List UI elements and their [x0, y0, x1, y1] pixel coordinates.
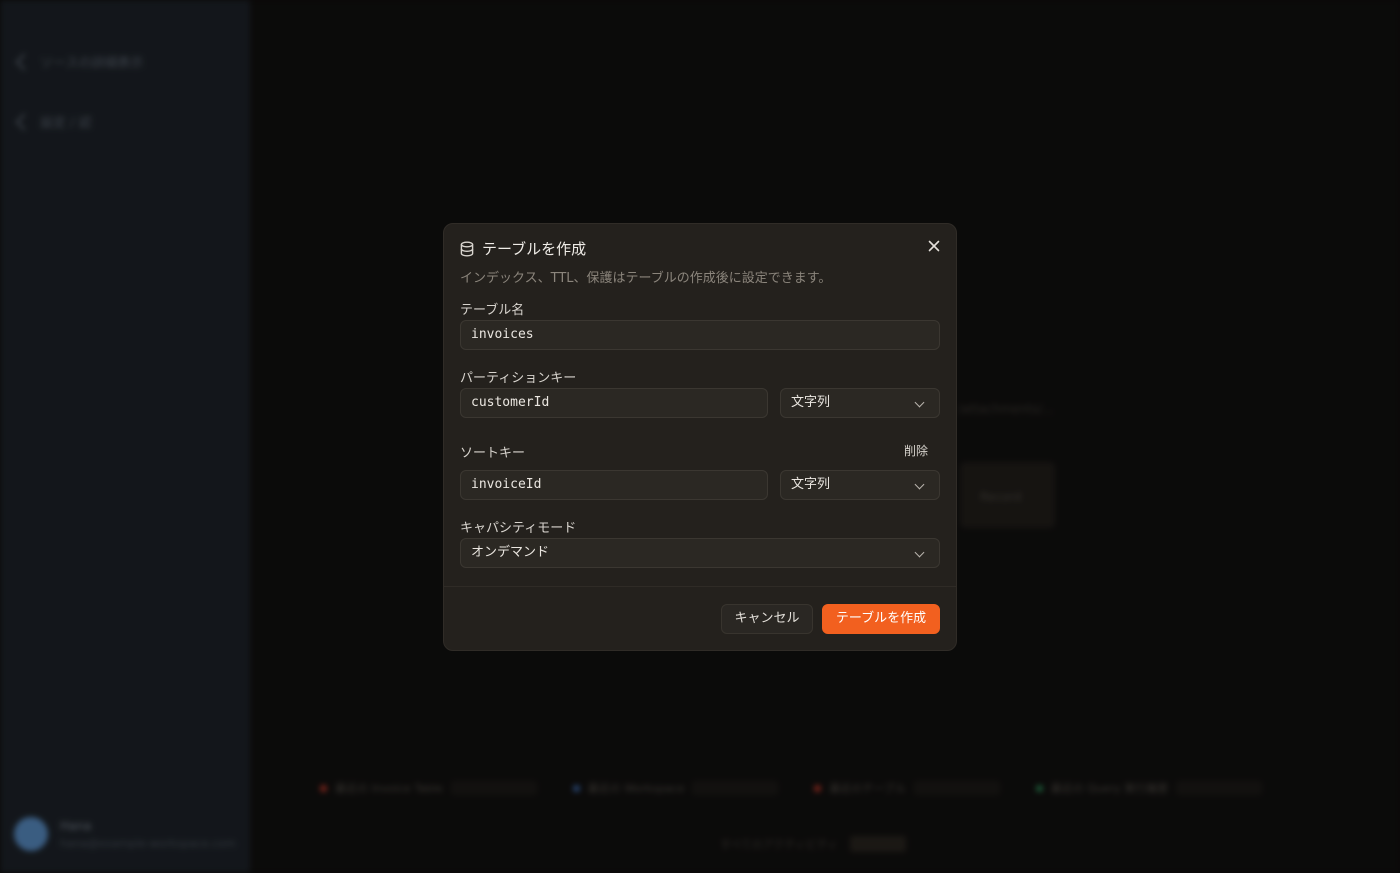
sort-key-label: ソートキー	[460, 446, 526, 461]
close-icon	[928, 240, 940, 252]
sort-key-input[interactable]: invoiceId	[460, 470, 768, 500]
sort-key-type-select[interactable]: 文字列	[780, 470, 940, 500]
close-button[interactable]	[924, 236, 944, 256]
capacity-mode-label: キャパシティモード	[460, 521, 577, 536]
create-table-dialog: テーブルを作成 インデックス、TTL、保護はテーブルの作成後に設定できます。 テ…	[443, 223, 957, 651]
dialog-footer-divider	[444, 586, 956, 587]
dialog-title: テーブルを作成	[482, 240, 587, 258]
chevron-down-icon	[914, 397, 925, 408]
select-value: 文字列	[791, 395, 831, 410]
app-root: ソースの詳細表示 設定 / 認 Hana hana@example-worksp…	[0, 0, 1400, 873]
select-value: オンデマンド	[471, 545, 550, 560]
select-value: 文字列	[791, 477, 831, 492]
table-name-label: テーブル名	[460, 303, 525, 318]
database-icon	[460, 241, 474, 257]
capacity-mode-select[interactable]: オンデマンド	[460, 538, 940, 568]
remove-sort-key-button[interactable]: 削除	[904, 442, 928, 459]
chevron-down-icon	[914, 547, 925, 558]
partition-key-label: パーティションキー	[460, 371, 577, 386]
chevron-down-icon	[914, 479, 925, 490]
table-name-input[interactable]: invoices	[460, 320, 940, 350]
dialog-header: テーブルを作成 インデックス、TTL、保護はテーブルの作成後に設定できます。	[460, 238, 940, 286]
partition-key-input[interactable]: customerId	[460, 388, 768, 418]
create-table-button[interactable]: テーブルを作成	[822, 604, 940, 634]
cancel-button[interactable]: キャンセル	[721, 604, 813, 634]
dialog-subtitle: インデックス、TTL、保護はテーブルの作成後に設定できます。	[460, 271, 832, 286]
partition-key-type-select[interactable]: 文字列	[780, 388, 940, 418]
